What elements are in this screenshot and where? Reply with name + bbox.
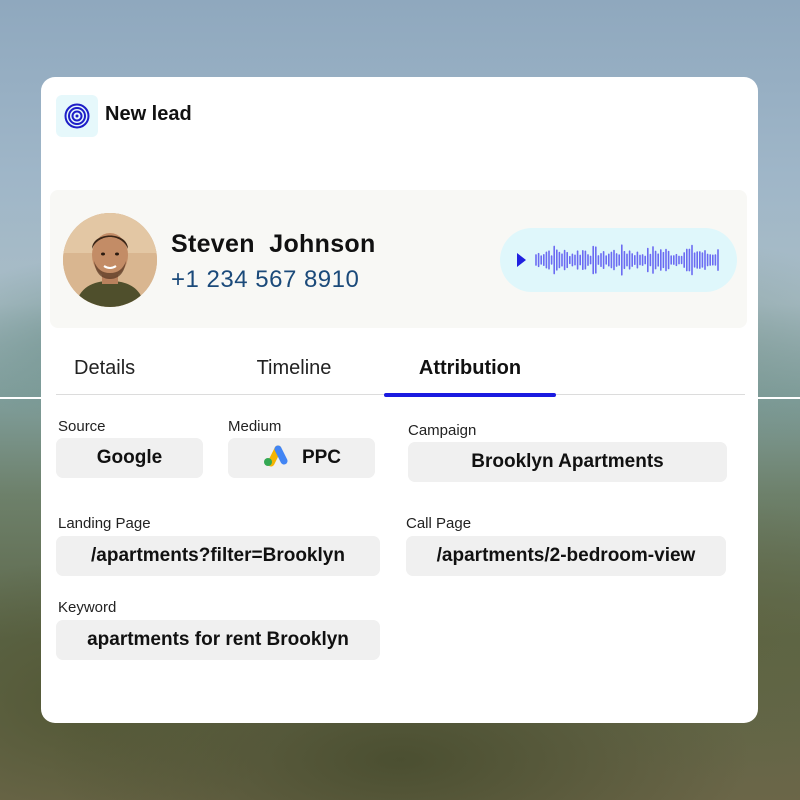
google-ads-icon xyxy=(262,443,288,473)
card-title: New lead xyxy=(105,103,192,125)
active-tab-indicator xyxy=(384,393,556,397)
call-page-label: Call Page xyxy=(406,515,472,532)
medium-label: Medium xyxy=(228,418,282,435)
source-label: Source xyxy=(58,418,106,435)
lead-tabs: Details Timeline Attribution xyxy=(56,347,745,397)
tab-attribution[interactable]: Attribution xyxy=(384,357,556,380)
tab-details[interactable]: Details xyxy=(74,357,174,380)
landing-page-value: /apartments?filter=Brooklyn xyxy=(56,536,380,576)
new-lead-card: New lead Steven Johnson +1 234 567 8910 xyxy=(41,77,758,723)
medium-value: PPC xyxy=(228,438,375,478)
campaign-value: Brooklyn Apartments xyxy=(408,442,727,482)
keyword-value: apartments for rent Brooklyn xyxy=(56,620,380,660)
landing-page-label: Landing Page xyxy=(58,515,151,532)
contact-phone[interactable]: +1 234 567 8910 xyxy=(171,266,359,294)
contact-name: Steven Johnson xyxy=(171,230,376,258)
campaign-label: Campaign xyxy=(408,422,477,439)
contact-panel: Steven Johnson +1 234 567 8910 xyxy=(50,190,747,328)
call-recording-player[interactable] xyxy=(500,228,737,292)
audio-waveform xyxy=(535,244,719,276)
keyword-label: Keyword xyxy=(58,599,117,616)
tab-timeline[interactable]: Timeline xyxy=(234,357,354,380)
call-page-value: /apartments/2-bedroom-view xyxy=(406,536,726,576)
avatar xyxy=(63,213,157,307)
source-value: Google xyxy=(56,438,203,478)
medium-text: PPC xyxy=(301,447,342,468)
target-icon xyxy=(56,95,98,137)
play-icon xyxy=(517,253,526,267)
